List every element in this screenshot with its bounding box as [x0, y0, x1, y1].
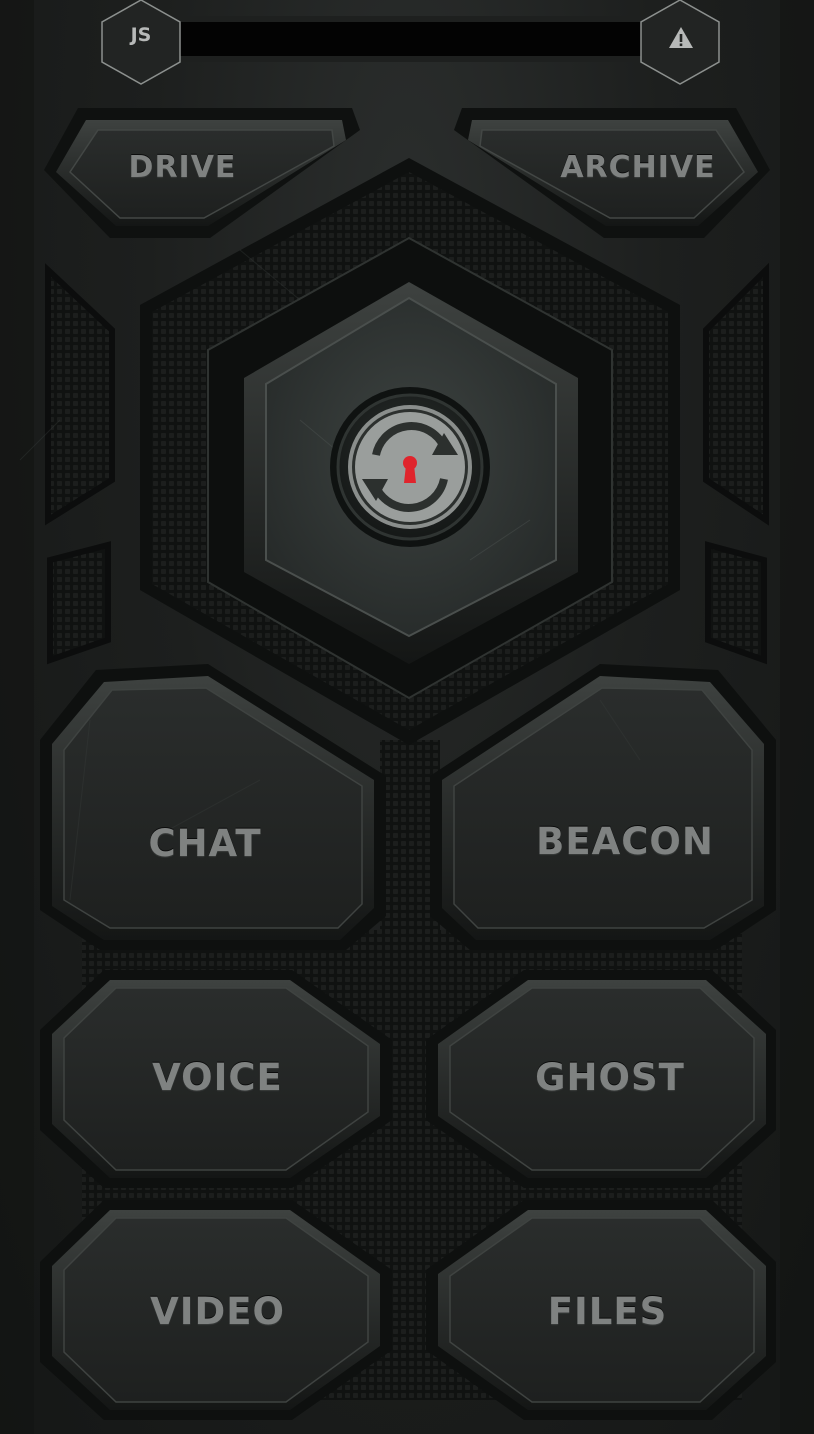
voice-button[interactable] — [52, 980, 380, 1178]
archive-button[interactable] — [468, 120, 758, 226]
ghost-button[interactable] — [438, 980, 766, 1178]
profile-badge[interactable] — [102, 0, 180, 84]
status-bar — [176, 22, 650, 56]
files-button[interactable] — [438, 1210, 766, 1410]
drive-button[interactable] — [56, 120, 346, 226]
sync-lock-button[interactable] — [244, 282, 578, 664]
video-button[interactable] — [52, 1210, 380, 1410]
chat-button[interactable] — [52, 676, 374, 940]
beacon-button[interactable] — [442, 676, 764, 940]
alert-button[interactable] — [641, 0, 719, 84]
app-screen: JS DRIVE ARCHIVE CHAT BEACON VOICE GHOST — [0, 0, 814, 1434]
